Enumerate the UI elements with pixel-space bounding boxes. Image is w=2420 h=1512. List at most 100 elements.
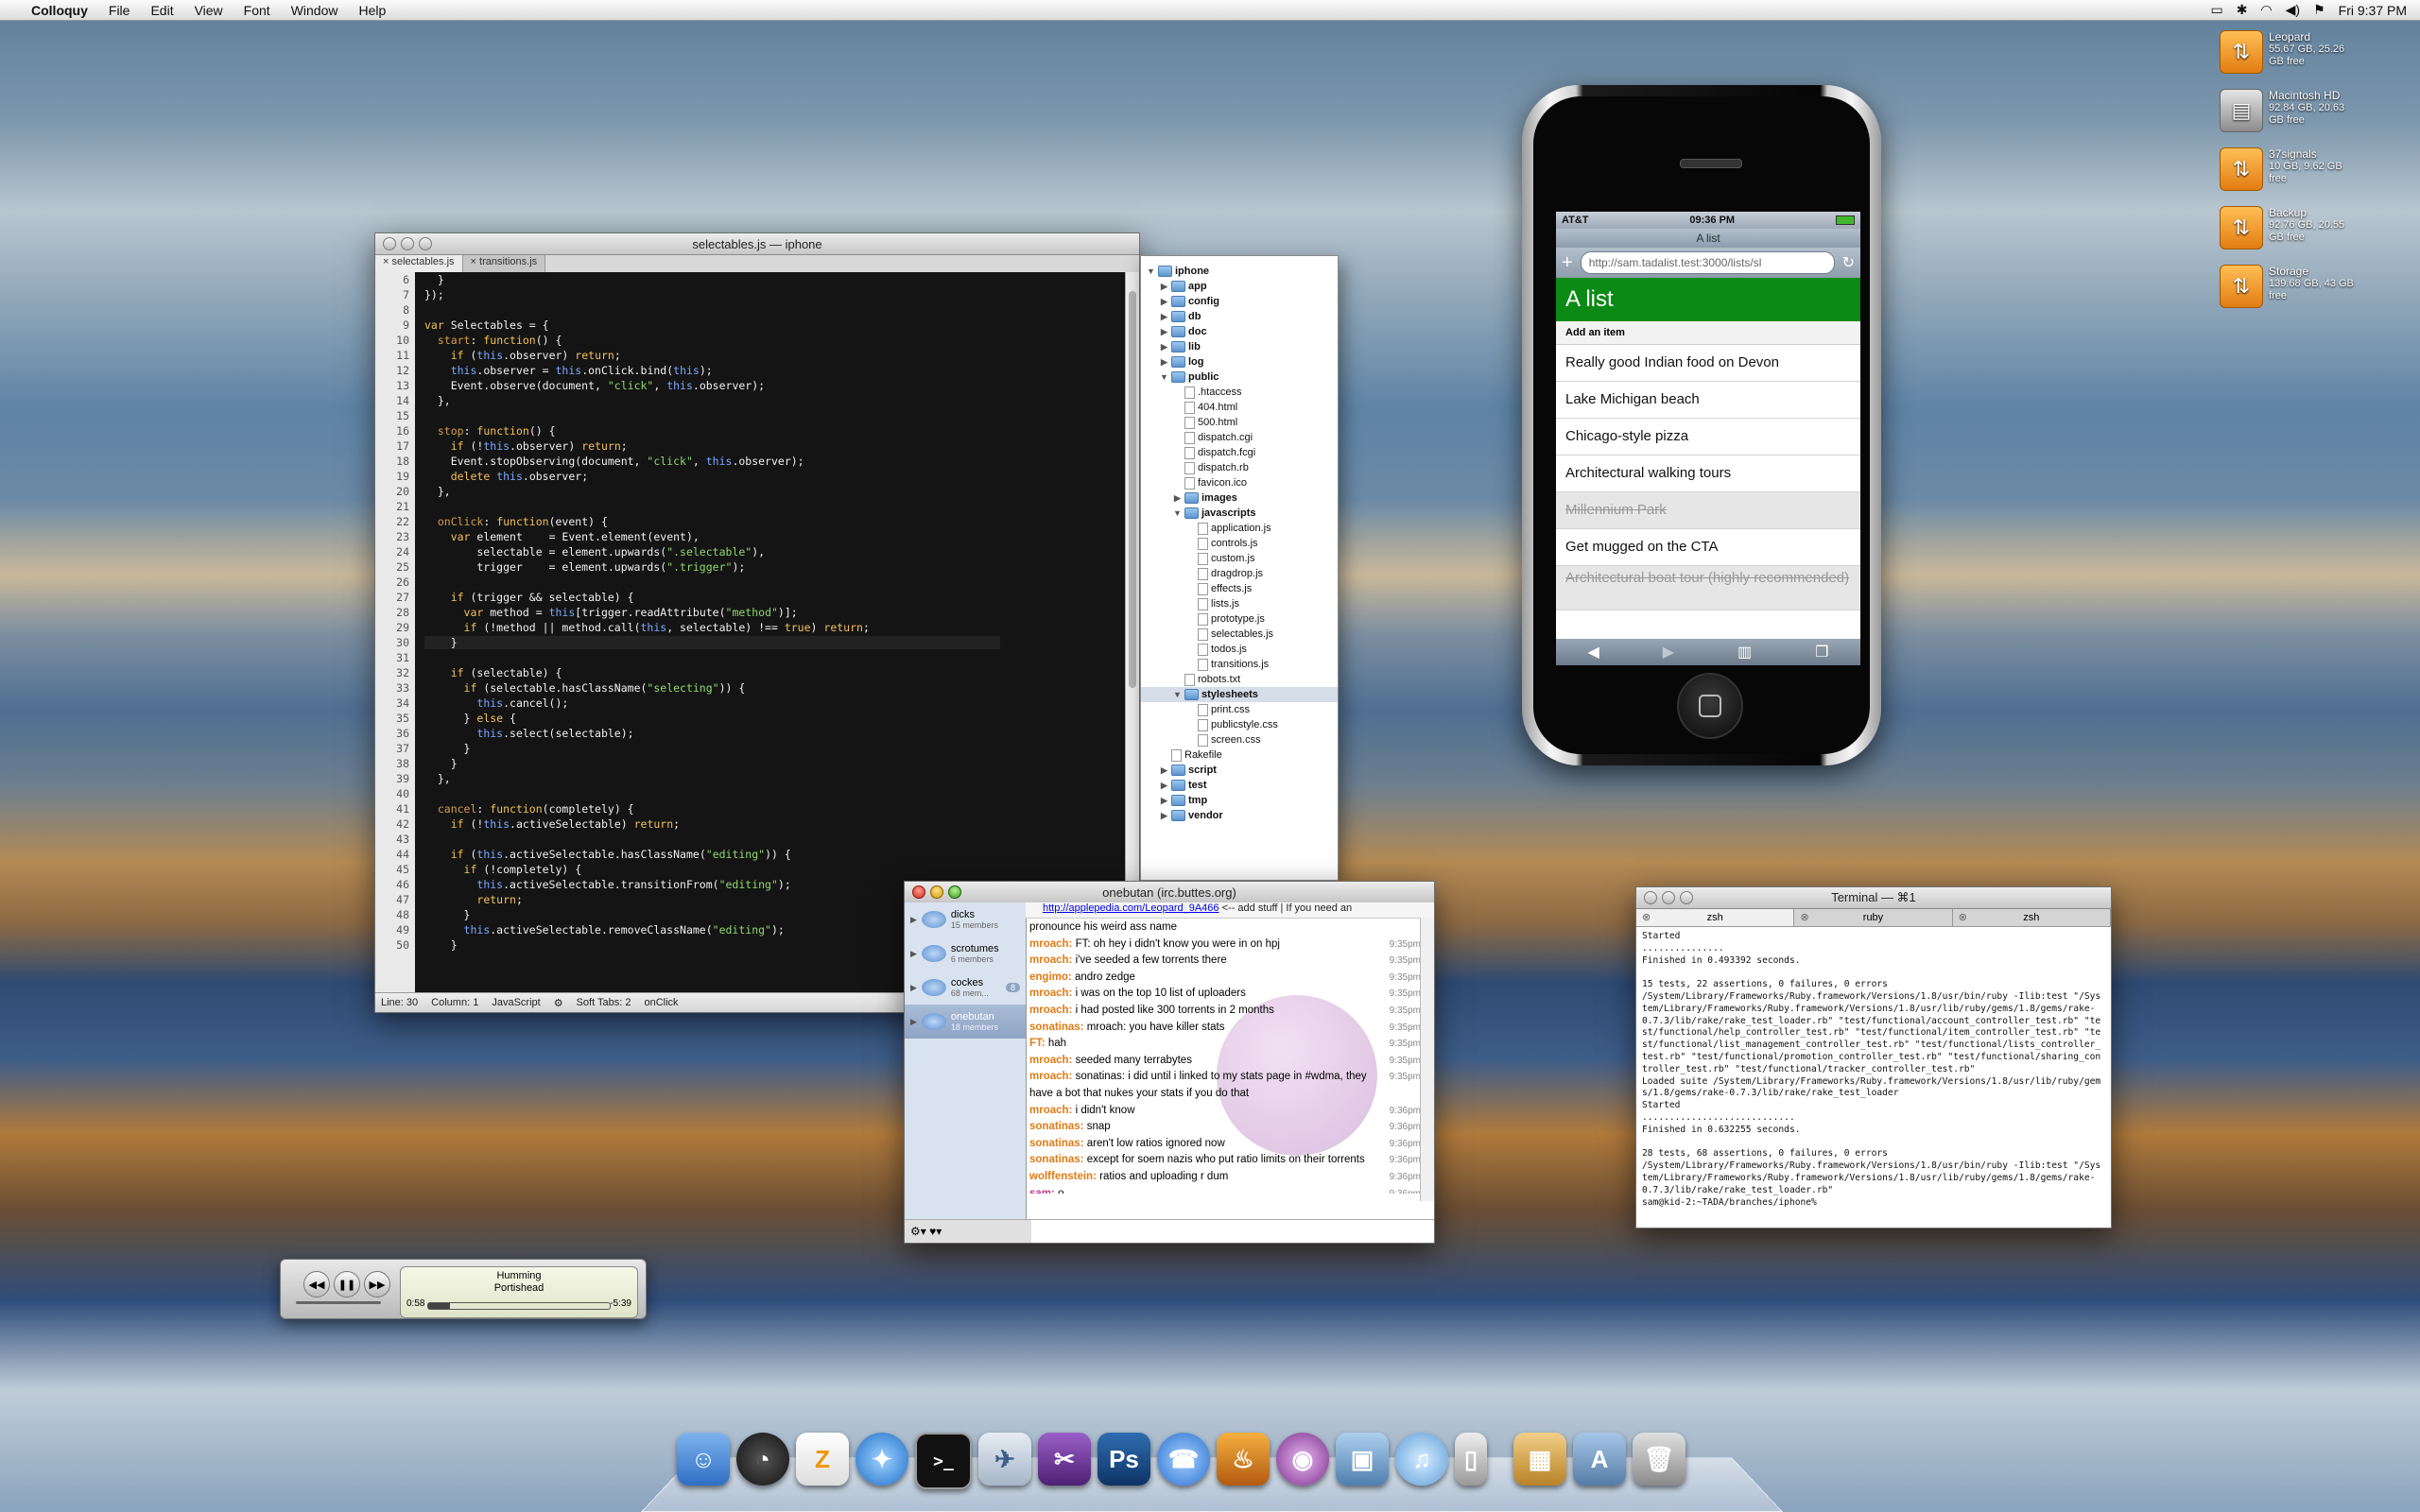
heart-icon[interactable]: ♥▾ [929,1225,942,1238]
colloquy-icon[interactable]: ◉ [1276,1433,1329,1486]
disclosure-triangle-icon[interactable]: ▶ [1160,778,1168,793]
todo-item[interactable]: Chicago-style pizza [1556,419,1860,455]
language-popup[interactable]: JavaScript [492,997,540,1008]
drive-37signals[interactable]: ⇅ 37signals 10 GB, 9.62 GB free [2220,147,2361,198]
todo-item[interactable]: Lake Michigan beach [1556,382,1860,419]
title-bar[interactable]: onebutan (irc.buttes.org) [905,882,1434,903]
file-item[interactable]: robots.txt [1141,672,1338,687]
tab-zsh-1[interactable]: ⊗ zsh [1636,909,1795,926]
menu-edit[interactable]: Edit [140,0,183,21]
soft-tabs-popup[interactable]: Soft Tabs: 2 [577,997,631,1008]
close-button[interactable] [1644,891,1657,904]
itunes-icon[interactable]: ♫ [1395,1433,1448,1486]
todo-item[interactable]: Really good Indian food on Devon [1556,345,1860,382]
folder-item[interactable]: ▼ iphone [1141,264,1338,279]
disclosure-triangle-icon[interactable]: ▶ [1160,324,1168,339]
disclosure-triangle-icon[interactable]: ▼ [1147,264,1155,279]
folder-item[interactable]: ▶ images [1141,490,1338,506]
previous-button[interactable]: ◀◀ [303,1271,330,1297]
flag-icon[interactable]: ⚑ [2313,2,2325,18]
menu-help[interactable]: Help [348,0,396,21]
cut-icon[interactable]: ✂ [1038,1433,1091,1486]
file-item[interactable]: effects.js [1141,581,1338,596]
tab-transitions[interactable]: × transitions.js [462,255,546,272]
folder-item[interactable]: ▶ lib [1141,339,1338,354]
file-item[interactable]: selectables.js [1141,627,1338,642]
stuffit-icon[interactable]: ▦ [1513,1433,1566,1486]
terminal-output[interactable]: Started ............... Finished in 0.49… [1636,927,2111,1212]
folder-item[interactable]: ▶ tmp [1141,793,1338,808]
drive-storage[interactable]: ⇅ Storage 139.68 GB, 43 GB free [2220,265,2361,316]
display-icon[interactable]: ▭ [2210,2,2222,18]
file-item[interactable]: todos.js [1141,642,1338,657]
url-field[interactable]: http://sam.tadalist.test:3000/lists/sl [1580,251,1835,274]
minimize-button[interactable] [930,885,943,899]
folder-item[interactable]: ▶ script [1141,763,1338,778]
scroll-thumb[interactable] [1129,291,1136,688]
disclosure-triangle-icon[interactable]: ▶ [1160,808,1168,823]
disclosure-triangle-icon[interactable]: ▶ [1160,354,1168,369]
folder-item[interactable]: ▶ app [1141,279,1338,294]
file-item[interactable]: prototype.js [1141,611,1338,627]
photoshop-icon[interactable]: Ps [1098,1433,1150,1486]
nickname[interactable]: sonatinas: [1029,1138,1084,1149]
menu-font[interactable]: Font [233,0,281,21]
iphone-icon[interactable]: ▯ [1455,1433,1487,1486]
folder-item[interactable]: ▼ stylesheets [1141,687,1338,702]
file-item[interactable]: controls.js [1141,536,1338,551]
bookmarks-icon[interactable]: ▥ [1737,643,1752,662]
folder-item[interactable]: ▼ javascripts [1141,506,1338,521]
disclosure-triangle-icon[interactable]: ▶ [910,1017,917,1027]
nickname[interactable]: mroach: [1029,1005,1072,1016]
file-item[interactable]: dispatch.rb [1141,460,1338,475]
close-button[interactable] [912,885,925,899]
iphoto-icon[interactable]: ▣ [1336,1433,1389,1486]
chat-scrollbar[interactable] [1420,918,1434,1201]
disclosure-triangle-icon[interactable]: ▶ [1160,279,1168,294]
next-button[interactable]: ▶▶ [364,1271,390,1297]
folder-item[interactable]: ▼ public [1141,369,1338,385]
file-item[interactable]: favicon.ico [1141,475,1338,490]
channel-item[interactable]: ▶ cockes 68 mem... 8 [905,971,1026,1005]
file-item[interactable]: print.css [1141,702,1338,717]
minimize-button[interactable] [1662,891,1675,904]
reload-icon[interactable]: ↻ [1842,253,1855,272]
zoom-button[interactable] [1680,891,1693,904]
progress-bar[interactable] [427,1302,611,1310]
disclosure-triangle-icon[interactable]: ▼ [1160,369,1168,385]
disclosure-triangle-icon[interactable]: ▶ [1160,309,1168,324]
symbol-popup[interactable]: onClick [644,997,678,1008]
file-item[interactable]: application.js [1141,521,1338,536]
volume-icon[interactable]: ◀) [2286,2,2300,18]
file-item[interactable]: 404.html [1141,400,1338,415]
disclosure-triangle-icon[interactable]: ▶ [1160,339,1168,354]
todo-item[interactable]: Get mugged on the CTA [1556,529,1860,566]
file-item[interactable]: screen.css [1141,732,1338,747]
menu-view[interactable]: View [184,0,233,21]
disclosure-triangle-icon[interactable]: ▼ [1173,687,1182,702]
folder-item[interactable]: ▶ db [1141,309,1338,324]
home-button[interactable] [1677,673,1743,739]
disclosure-triangle-icon[interactable]: ▶ [1160,294,1168,309]
clock[interactable]: Fri 9:37 PM [2339,3,2407,18]
title-bar[interactable]: Terminal — ⌘1 [1636,887,2111,909]
folder-item[interactable]: ▶ vendor [1141,808,1338,823]
add-bookmark-icon[interactable]: + [1562,252,1573,274]
drive-macintosh-hd[interactable]: ▤ Macintosh HD 92.84 GB, 20.63 GB free [2220,89,2361,140]
wifi-icon[interactable]: ◠ [2260,2,2272,18]
nickname[interactable]: sam: [1029,1188,1055,1194]
minimize-button[interactable] [401,237,414,250]
gear-icon[interactable]: ⚙ [554,997,563,1009]
file-item[interactable]: 500.html [1141,415,1338,430]
zoom-button[interactable] [948,885,961,899]
trash-icon[interactable]: 🗑 [1633,1433,1685,1486]
file-item[interactable]: .htaccess [1141,385,1338,400]
file-item[interactable]: dispatch.fcgi [1141,445,1338,460]
topic-link[interactable]: http://applepedia.com/Leopard_9A466 [1043,902,1219,914]
nickname[interactable]: mroach: [1029,1071,1072,1082]
title-bar[interactable]: selectables.js — iphone [375,233,1139,255]
message-input[interactable] [1026,1219,1434,1243]
nickname[interactable]: mroach: [1029,1105,1072,1116]
disclosure-triangle-icon[interactable]: ▶ [1160,763,1168,778]
disclosure-triangle-icon[interactable]: ▶ [910,915,917,925]
